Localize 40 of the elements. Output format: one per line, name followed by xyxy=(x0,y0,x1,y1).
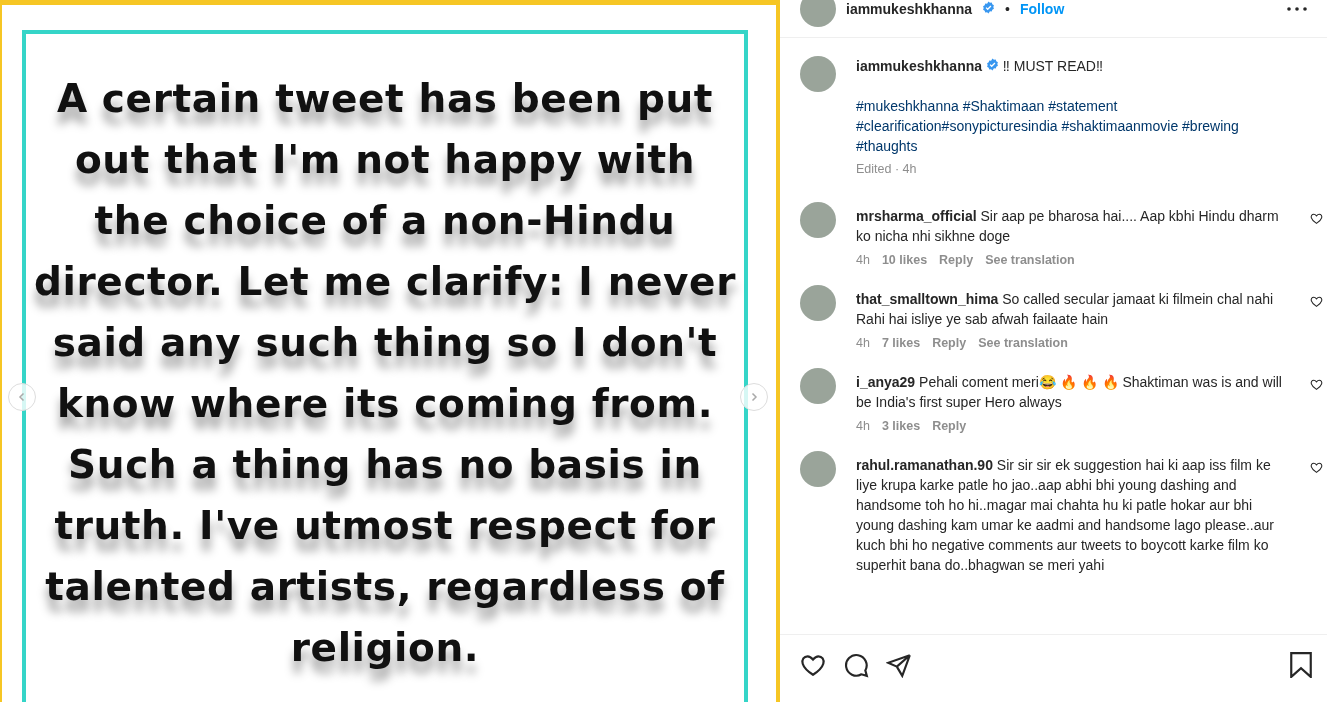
caption-username[interactable]: iammukeshkhanna xyxy=(856,58,983,74)
follow-button[interactable]: Follow xyxy=(1019,0,1065,17)
comment-text: i_anya29 Pehali coment meri😂 🔥 🔥 🔥 Shaktiman was is and will be India's first super Hero always xyxy=(856,373,1283,412)
comment-time: 4h xyxy=(856,253,870,267)
avatar xyxy=(800,451,836,487)
heart-icon[interactable] xyxy=(1310,212,1323,225)
avatar xyxy=(800,56,836,92)
comment-text: rahul.ramanathan.90 Sir sir sir ek suggestion hai ki aap iss film ke liye krupa karke patle ho jao..aap abhi bhi young dashing and handsome toh ho hi..magar mai chahta hu ki patle hokar aur bhi young dashing kam umar ke aadmi and handsome lago please..aur kuch bhi ho negative comments aur tweets to boycott karke film ko superhit bana do..bhagwan se meri yahi xyxy=(856,456,1275,575)
likes-count[interactable]: 7 likes xyxy=(881,336,921,350)
reply-link[interactable]: Reply xyxy=(932,419,967,433)
comment-icon[interactable] xyxy=(843,652,869,678)
avatar xyxy=(800,0,836,27)
username[interactable]: iammukeshkhanna xyxy=(846,0,973,17)
separator-dot: • xyxy=(1005,0,1010,17)
likes-count[interactable]: 10 likes xyxy=(881,253,928,267)
post-time: Edited · 4h xyxy=(856,162,918,176)
heart-icon[interactable] xyxy=(1310,378,1323,391)
avatar xyxy=(800,285,836,321)
chevron-left-icon xyxy=(17,392,27,402)
translation-link[interactable]: See translation xyxy=(978,336,1068,350)
reply-link[interactable]: Reply xyxy=(939,253,974,267)
caption-text: ‼ MUST READ‼ xyxy=(1002,58,1103,74)
heart-icon[interactable] xyxy=(1310,295,1323,308)
reply-link[interactable]: Reply xyxy=(932,336,967,350)
post-image-text: A certain tweet has been put out that I'm not happy with the choice of a non-Hindu director. Let me clarify: I never said any such thing so I don't know where its coming from. Such a thing has no basis in truth. I've utmost respect for talented artists, regardless of religion. xyxy=(33,75,737,672)
comment-time: 4h xyxy=(856,419,870,433)
heart-icon[interactable] xyxy=(1310,461,1323,474)
chevron-right-icon xyxy=(749,392,759,402)
more-options-icon[interactable] xyxy=(1287,6,1307,11)
like-icon[interactable] xyxy=(800,652,826,678)
hashtags[interactable]: #mukeshkhanna #Shaktimaan #statement #clearification#sonypicturesindia #shaktimaanmovie #brewing #thaughts xyxy=(856,96,1286,156)
avatar xyxy=(800,202,836,238)
bookmark-icon[interactable] xyxy=(1289,652,1313,678)
comment-text: mrsharma_official Sir aap pe bharosa hai.... Aap kbhi Hindu dharm ko nicha nhi sikhne doge xyxy=(856,207,1280,246)
share-icon[interactable] xyxy=(886,652,912,678)
likes-count[interactable]: 3 likes xyxy=(881,419,921,433)
translation-link[interactable]: See translation xyxy=(985,253,1075,267)
avatar xyxy=(800,368,836,404)
comment-time: 4h xyxy=(856,336,870,350)
comment-text: that_smalltown_hima So called secular jamaat ki filmein chal nahi Rahi hai isliye ye sab afwah failaate hain xyxy=(856,290,1275,329)
